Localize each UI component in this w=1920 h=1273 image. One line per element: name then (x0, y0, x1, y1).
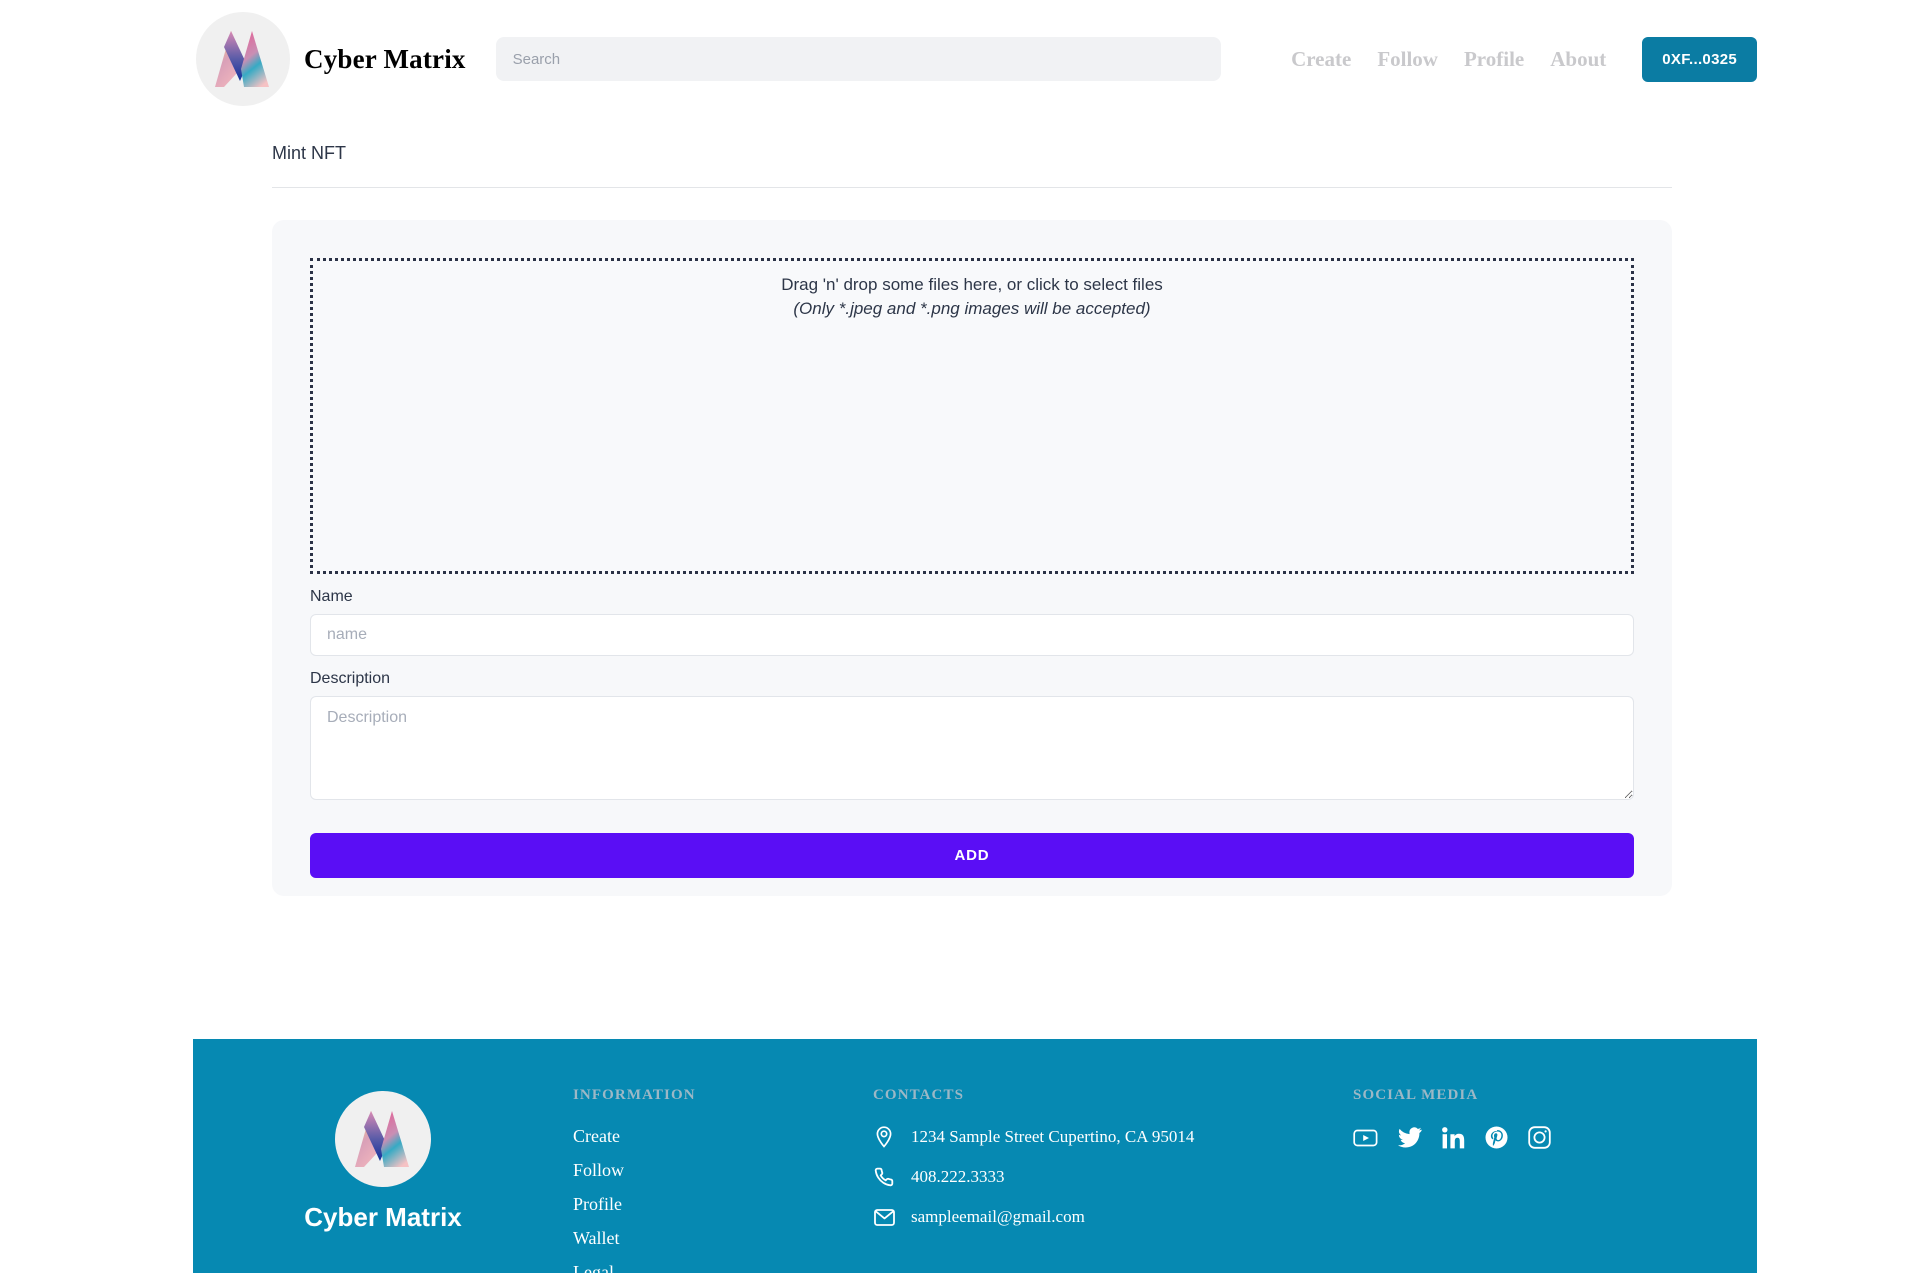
main-nav: Create Follow Profile About 0XF...0325 (1278, 36, 1757, 82)
footer-link-wallet[interactable]: Wallet (573, 1228, 873, 1249)
footer-contact-address-text: 1234 Sample Street Cupertino, CA 95014 (911, 1127, 1195, 1146)
footer-link-follow[interactable]: Follow (573, 1160, 873, 1181)
wallet-address-button[interactable]: 0XF...0325 (1642, 36, 1757, 82)
nav-link-follow[interactable]: Follow (1364, 47, 1451, 72)
footer-social-column: SOCIAL MEDIA (1353, 1079, 1653, 1273)
footer-contact-address: 1234 Sample Street Cupertino, CA 95014 (873, 1126, 1353, 1148)
phone-icon (873, 1166, 895, 1188)
footer-contacts-column: CONTACTS 1234 Sample Street Cupertino, C… (873, 1079, 1353, 1273)
mint-nft-card: Drag 'n' drop some files here, or click … (272, 220, 1672, 896)
nav-link-profile[interactable]: Profile (1451, 47, 1537, 72)
search-input[interactable] (495, 37, 1221, 81)
nav-link-create[interactable]: Create (1278, 47, 1364, 72)
instagram-icon[interactable] (1528, 1126, 1551, 1154)
brand[interactable]: Cyber Matrix (196, 12, 466, 106)
footer-social-heading: SOCIAL MEDIA (1353, 1087, 1479, 1103)
footer-information-column: INFORMATION Create Follow Profile Wallet… (573, 1079, 873, 1273)
footer-link-legal[interactable]: Legal (573, 1262, 873, 1273)
name-field-label: Name (310, 588, 353, 605)
description-textarea[interactable] (310, 696, 1634, 800)
footer-social-icons (1353, 1126, 1653, 1154)
name-input[interactable] (310, 614, 1634, 656)
footer-contacts-heading: CONTACTS (873, 1087, 965, 1103)
site-footer: Cyber Matrix INFORMATION Create Follow P… (193, 1039, 1757, 1273)
footer-brand: Cyber Matrix (193, 1079, 573, 1273)
dropzone-secondary-text: (Only *.jpeg and *.png images will be ac… (793, 299, 1151, 318)
twitter-icon[interactable] (1398, 1127, 1422, 1153)
footer-contact-email-text: sampleemail@gmail.com (911, 1207, 1085, 1226)
dropzone-primary-text: Drag 'n' drop some files here, or click … (781, 275, 1163, 294)
cyber-matrix-m-logo-icon (196, 12, 290, 106)
page-root: Cyber Matrix Create Follow Profile About… (0, 0, 1920, 1273)
nav-link-about[interactable]: About (1537, 47, 1619, 72)
footer-contact-email: sampleemail@gmail.com (873, 1206, 1353, 1228)
envelope-icon (873, 1206, 895, 1228)
footer-brand-name: Cyber Matrix (304, 1202, 462, 1232)
footer-link-create[interactable]: Create (573, 1126, 873, 1147)
youtube-icon[interactable] (1353, 1127, 1378, 1154)
footer-contact-phone-text: 408.222.3333 (911, 1167, 1005, 1186)
pinterest-icon[interactable] (1485, 1126, 1508, 1154)
description-field-label: Description (310, 670, 391, 687)
file-dropzone[interactable]: Drag 'n' drop some files here, or click … (310, 258, 1634, 574)
location-pin-icon (873, 1126, 895, 1148)
add-button[interactable]: ADD (310, 833, 1634, 878)
title-divider (272, 187, 1672, 188)
linkedin-icon[interactable] (1442, 1126, 1465, 1154)
page-title-area: Mint NFT (272, 143, 1672, 188)
site-header: Cyber Matrix Create Follow Profile About… (0, 0, 1920, 118)
brand-name: Cyber Matrix (304, 43, 466, 74)
footer-cyber-matrix-m-logo-icon (335, 1091, 431, 1187)
footer-link-profile[interactable]: Profile (573, 1194, 873, 1215)
footer-information-heading: INFORMATION (573, 1087, 696, 1103)
footer-contact-phone: 408.222.3333 (873, 1166, 1353, 1188)
page-title: Mint NFT (272, 143, 346, 163)
